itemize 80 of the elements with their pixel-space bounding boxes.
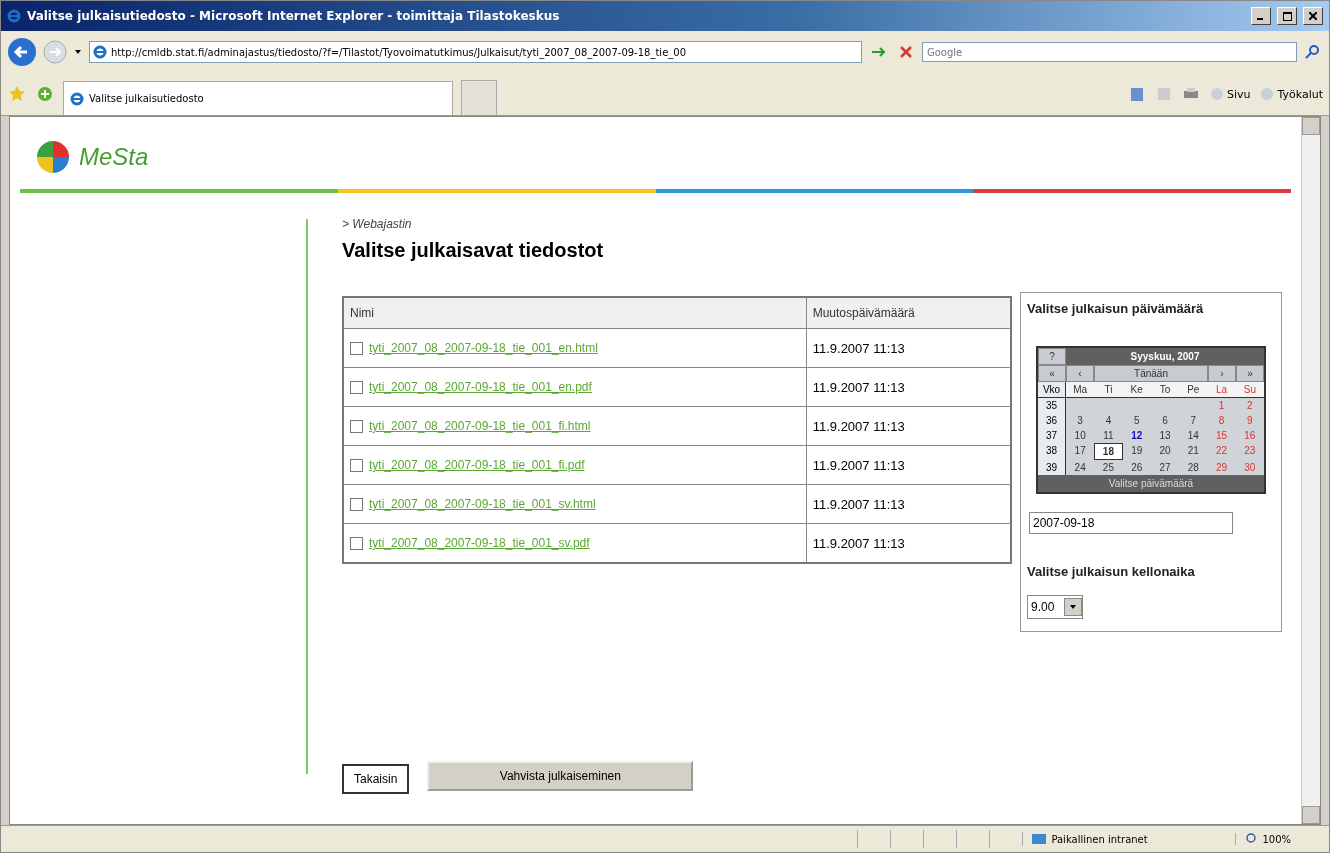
- back-button[interactable]: Takaisin: [342, 764, 410, 794]
- calendar-day[interactable]: 7: [1179, 413, 1208, 428]
- weekday-label: Su: [1242, 383, 1257, 397]
- calendar-day[interactable]: 17: [1066, 443, 1095, 460]
- maximize-button[interactable]: [1277, 7, 1297, 25]
- checkbox[interactable]: [350, 380, 363, 394]
- logo-icon: [35, 139, 71, 175]
- week-number: 38: [1038, 443, 1066, 460]
- calendar-day[interactable]: 13: [1150, 428, 1180, 443]
- calendar-day[interactable]: 21: [1179, 443, 1208, 460]
- calendar-day[interactable]: 4: [1094, 413, 1123, 428]
- week-number: 39: [1038, 460, 1066, 475]
- close-icon: [1309, 12, 1317, 20]
- weekday-label: Pe: [1186, 383, 1201, 397]
- calendar-day[interactable]: 10: [1066, 428, 1095, 443]
- calendar-day[interactable]: 6: [1150, 413, 1180, 428]
- logo-text: MeSta: [79, 143, 149, 171]
- month-title: Syyskuu, 2007: [1066, 348, 1264, 365]
- back-icon[interactable]: [7, 37, 37, 67]
- dropdown-icon[interactable]: [73, 48, 83, 56]
- weekday-label: Ti: [1103, 383, 1114, 397]
- network-icon: [1031, 832, 1048, 846]
- browser-tab[interactable]: Valitse julkaisutiedosto: [63, 81, 453, 115]
- calendar-nav-button[interactable]: ›: [1208, 365, 1236, 382]
- weekday-label: La: [1215, 383, 1229, 397]
- column-header: Muutospäivämäärä: [806, 297, 1011, 329]
- page-heading: Valitse julkaisavat tiedostot: [342, 239, 605, 262]
- window-title: Valitse julkaisutiedosto - Microsoft Internet Explorer - toimittaja Tilastokeskus: [27, 9, 561, 23]
- calendar-nav-button[interactable]: »: [1236, 365, 1264, 382]
- checkbox[interactable]: [350, 341, 363, 355]
- date-field[interactable]: 2007-09-18: [1029, 512, 1233, 534]
- calendar-day[interactable]: 27: [1150, 460, 1180, 475]
- week-number: 35: [1038, 398, 1066, 413]
- calendar-day[interactable]: 25: [1094, 460, 1123, 475]
- minimize-button[interactable]: [1251, 7, 1271, 25]
- weekday-label: To: [1158, 383, 1172, 397]
- toolbar-menu-button[interactable]: Työkalut: [1260, 87, 1323, 101]
- confirm-button[interactable]: Vahvista julkaiseminen: [427, 761, 694, 791]
- close-button[interactable]: [1303, 7, 1323, 25]
- maximize-icon: [1282, 11, 1292, 21]
- checkbox[interactable]: [350, 419, 363, 433]
- calendar-footer[interactable]: Valitse päivämäärä: [1038, 475, 1264, 492]
- zoom-icon: [1246, 833, 1259, 845]
- calendar-day[interactable]: 3: [1066, 413, 1095, 428]
- add-favorite-icon[interactable]: [35, 84, 55, 104]
- calendar-day[interactable]: 11: [1094, 428, 1123, 443]
- calendar-day[interactable]: 26: [1122, 460, 1151, 475]
- calendar-day[interactable]: 24: [1066, 460, 1095, 475]
- calendar-nav-button[interactable]: «: [1038, 365, 1066, 382]
- checkbox[interactable]: [350, 497, 363, 511]
- panel-title: Valitse julkaisun päivämäärä: [1027, 301, 1205, 316]
- browser-icon: [7, 9, 21, 23]
- calendar-day[interactable]: 12: [1122, 428, 1151, 443]
- calendar-day[interactable]: 28: [1179, 460, 1208, 475]
- week-number: 37: [1038, 428, 1066, 443]
- zoom-button[interactable]: 100%: [1235, 833, 1321, 845]
- week-header: Vko: [1038, 382, 1066, 397]
- calendar-nav-button[interactable]: Tänään: [1094, 365, 1208, 382]
- checkbox[interactable]: [350, 458, 363, 472]
- calendar-day[interactable]: 19: [1122, 443, 1151, 460]
- checkbox[interactable]: [350, 536, 363, 550]
- help-button[interactable]: ?: [1038, 348, 1066, 365]
- search-field[interactable]: Google: [922, 42, 1297, 62]
- zone-label: Paikallinen intranet: [1051, 833, 1148, 845]
- panel-title: Valitse julkaisun kellonaika: [1027, 564, 1196, 579]
- breadcrumb-link[interactable]: > Webajastin: [342, 217, 1291, 231]
- time-dropdown[interactable]: 9.00: [1027, 595, 1084, 619]
- address-field[interactable]: http://cmldb.stat.fi/adminajastus/tiedosto/?f=/Tilastot/Tyovoimatutkimus/Julkaisut/tyti_2007_08_2007-09-18_tie_00: [89, 41, 862, 63]
- weekday-label: Ke: [1129, 383, 1144, 397]
- dropdown-icon[interactable]: [1068, 603, 1079, 611]
- calendar-day[interactable]: 20: [1150, 443, 1180, 460]
- calendar-day[interactable]: 5: [1122, 413, 1151, 428]
- week-number: 36: [1038, 413, 1066, 428]
- favorites-star-icon[interactable]: [7, 84, 27, 104]
- toolbar-menu-button[interactable]: Sivu: [1209, 87, 1251, 101]
- calendar-day[interactable]: 14: [1179, 428, 1208, 443]
- calendar-nav-button[interactable]: ‹: [1066, 365, 1094, 382]
- calendar-day[interactable]: 18: [1094, 443, 1123, 460]
- column-header: Nimi: [343, 297, 807, 329]
- weekday-label: Ma: [1072, 383, 1089, 397]
